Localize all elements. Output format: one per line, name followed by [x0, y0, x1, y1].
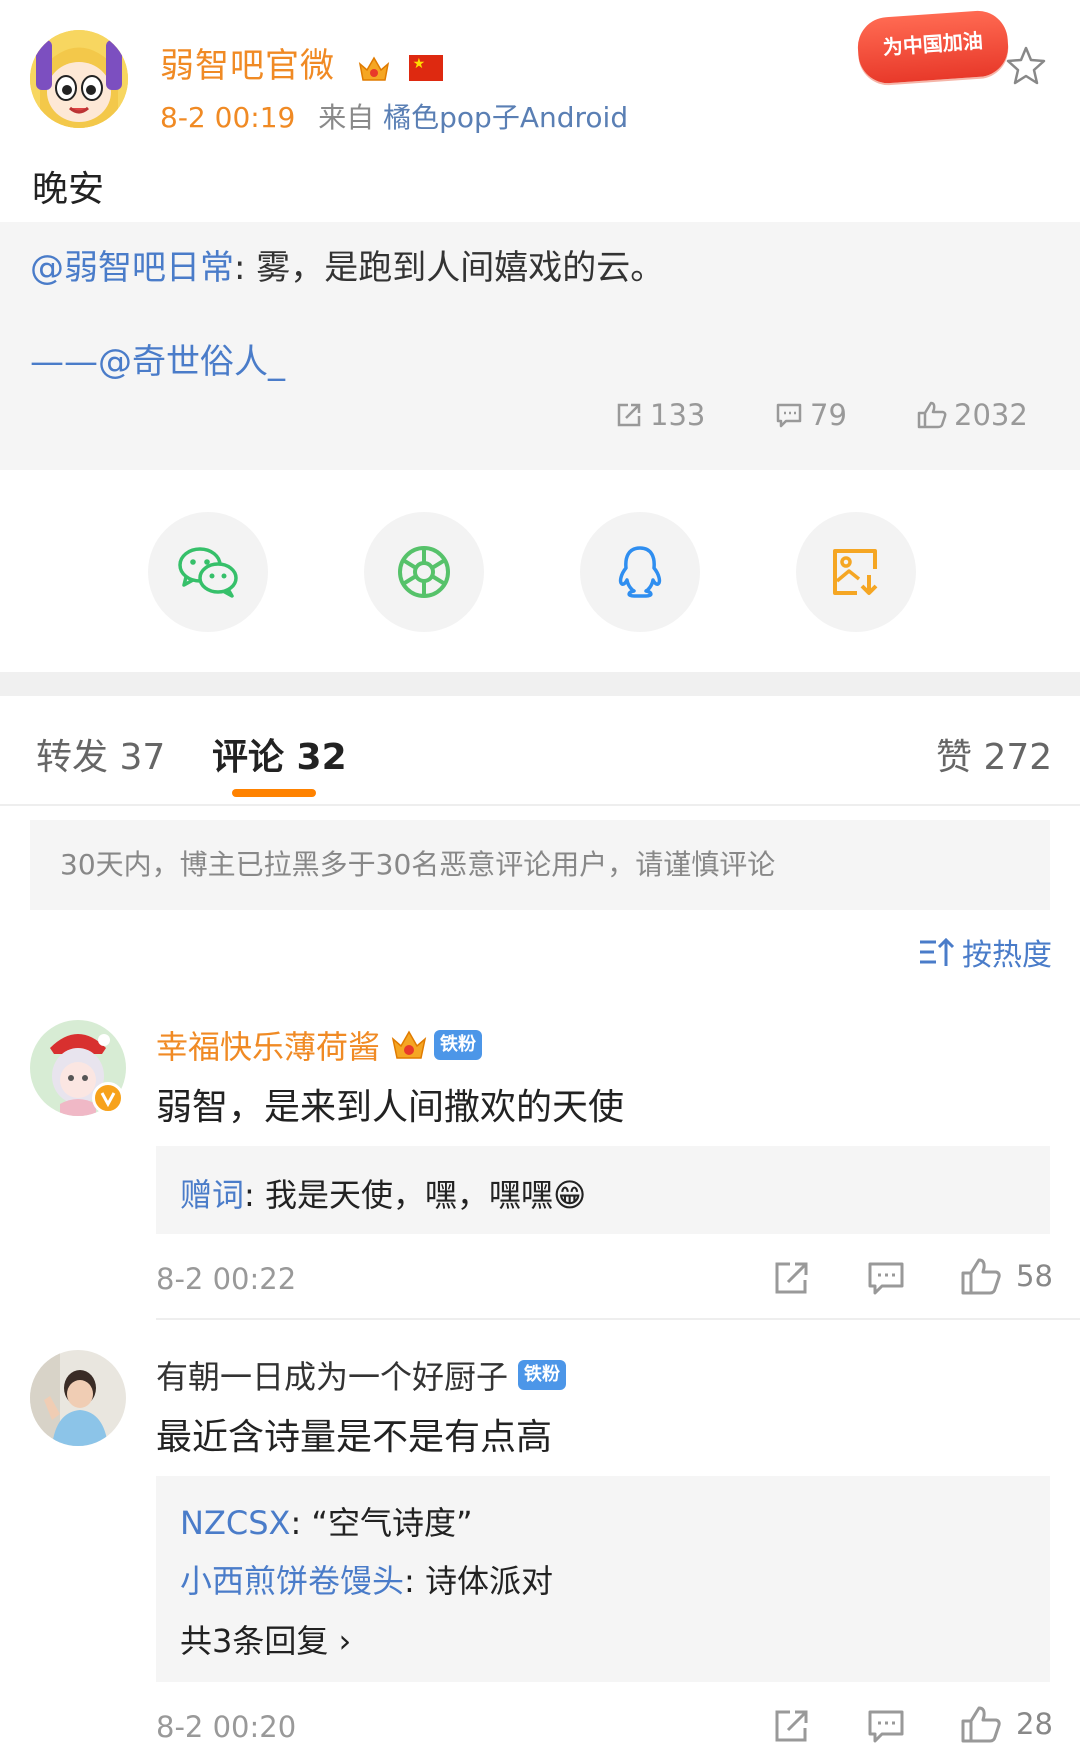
reply-user-link[interactable]: 小西煎饼卷馒头 [180, 1562, 404, 1600]
boy-photo-avatar-art [30, 1350, 126, 1446]
comment-reply-icon[interactable] [866, 1258, 906, 1298]
comment-like-count: 28 [1016, 1707, 1053, 1741]
save-image-icon [833, 549, 878, 595]
author-name[interactable]: 弱智吧官微 [160, 38, 443, 87]
china-flag-icon [408, 54, 443, 81]
fan-level-badge: 铁粉 [434, 1030, 483, 1060]
comment-icon [776, 403, 802, 428]
comment-text: 最近含诗量是不是有点高 [156, 1417, 553, 1458]
repost-comment-count: 79 [810, 398, 847, 432]
repost-credit-link[interactable]: ——@奇世俗人_ [30, 342, 285, 382]
commenter-avatar[interactable] [30, 1350, 126, 1446]
comment-time: 8-2 00:20 [156, 1710, 297, 1744]
fan-level-badge: 铁粉 [518, 1360, 567, 1390]
post-time: 8-2 00:19 [160, 101, 296, 134]
qq-icon [618, 546, 662, 598]
reply-line: NZCSX: “空气诗度” [180, 1498, 473, 1544]
comment-divider [156, 1318, 1080, 1320]
sort-by-hot-button[interactable]: 按热度 [918, 930, 1052, 974]
reply-text: : 诗体派对 [404, 1562, 553, 1600]
comment-repost-icon[interactable] [772, 1706, 812, 1746]
commenter-name-row: 有朝一日成为一个好厨子 铁粉 [156, 1352, 567, 1398]
active-tab-indicator [232, 789, 316, 797]
reply-text: : “空气诗度” [290, 1504, 473, 1542]
tab-divider [0, 804, 1080, 806]
repost-like-count: 2032 [954, 398, 1028, 432]
comment-text: 弱智，是来到人间撒欢的天使 [156, 1087, 625, 1128]
share-qq-button[interactable] [580, 512, 700, 632]
comment-like-button[interactable]: 28 [960, 1704, 1053, 1744]
share-out-icon [617, 403, 641, 427]
thumb-up-icon [917, 401, 947, 429]
popuko-avatar-art [30, 30, 128, 128]
sort-icon [920, 937, 955, 966]
share-wechat-button[interactable] [148, 512, 268, 632]
tab-forward[interactable]: 转发 37 [36, 728, 165, 780]
commenter-name-row: 幸福快乐薄荷酱 铁粉 [156, 1022, 483, 1068]
reply-line: 赠词: 我是天使，嘿，嘿嘿😁 [180, 1170, 586, 1216]
reply-user-link[interactable]: NZCSX [180, 1504, 290, 1542]
comment-repost-icon[interactable] [772, 1258, 812, 1298]
comment-reply-icon[interactable] [866, 1706, 906, 1746]
post-source[interactable]: 橘色pop子Android [383, 101, 628, 134]
share-moments-button[interactable] [364, 512, 484, 632]
author-name-text[interactable]: 弱智吧官微 [160, 46, 335, 86]
commenter-name[interactable]: 幸福快乐薄荷酱 [156, 1022, 380, 1068]
repost-text: : 雾，是跑到人间嬉戏的云。 [234, 248, 665, 288]
tab-comments[interactable]: 评论 32 [212, 728, 347, 780]
comment-like-count: 58 [1016, 1259, 1053, 1293]
reply-line: 小西煎饼卷馒头: 诗体派对 [180, 1556, 553, 1602]
repost-mention-link[interactable]: @弱智吧日常 [30, 248, 234, 288]
thumb-up-icon [961, 1258, 1001, 1295]
repost-content: @弱智吧日常: 雾，是跑到人间嬉戏的云。 [30, 240, 664, 289]
commenter-name[interactable]: 有朝一日成为一个好厨子 [156, 1352, 508, 1398]
post-text: 晚安 [32, 169, 105, 210]
comment-notice: 30天内，博主已拉黑多于30名恶意评论用户，请谨慎评论 [30, 820, 1050, 910]
cheer-badge-text: 为中国加油 [882, 28, 984, 60]
save-image-button[interactable] [796, 512, 916, 632]
comment-time: 8-2 00:22 [156, 1262, 297, 1296]
favorite-star-icon[interactable] [1004, 44, 1048, 88]
reply-container[interactable]: NZCSX: “空气诗度” 小西煎饼卷馒头: 诗体派对 共3条回复 › [156, 1476, 1050, 1682]
reply-text: : 我是天使，嘿，嘿嘿😁 [244, 1176, 587, 1214]
tab-likes[interactable]: 赞 272 [936, 728, 1052, 780]
sort-label: 按热度 [962, 938, 1052, 973]
thumb-up-icon [961, 1706, 1001, 1743]
repost-like-stat[interactable]: 2032 [916, 398, 1028, 432]
repost-share-stat[interactable]: 133 [614, 398, 705, 432]
repost-credit-line: ——@奇世俗人_ [30, 334, 285, 383]
moments-icon [398, 546, 450, 598]
vip-crown-icon [357, 53, 391, 83]
cheer-china-badge[interactable]: 为中国加油 [855, 8, 1011, 86]
repost-comment-stat[interactable]: 79 [774, 398, 847, 432]
section-separator [0, 672, 1080, 696]
repost-share-count: 133 [650, 398, 706, 432]
wechat-icon [178, 547, 238, 598]
reply-container[interactable]: 赠词: 我是天使，嘿，嘿嘿😁 [156, 1146, 1050, 1234]
source-prefix: 来自 [318, 101, 375, 134]
post-meta: 8-2 00:19 来自 橘色pop子Android [160, 96, 628, 136]
comment-like-button[interactable]: 58 [960, 1256, 1053, 1296]
vip-crown-icon [390, 1027, 428, 1063]
reply-user-link[interactable]: 赠词 [180, 1176, 244, 1214]
verified-badge-icon [92, 1082, 124, 1114]
author-avatar[interactable] [30, 30, 128, 128]
more-replies-link[interactable]: 共3条回复 › [180, 1616, 351, 1662]
